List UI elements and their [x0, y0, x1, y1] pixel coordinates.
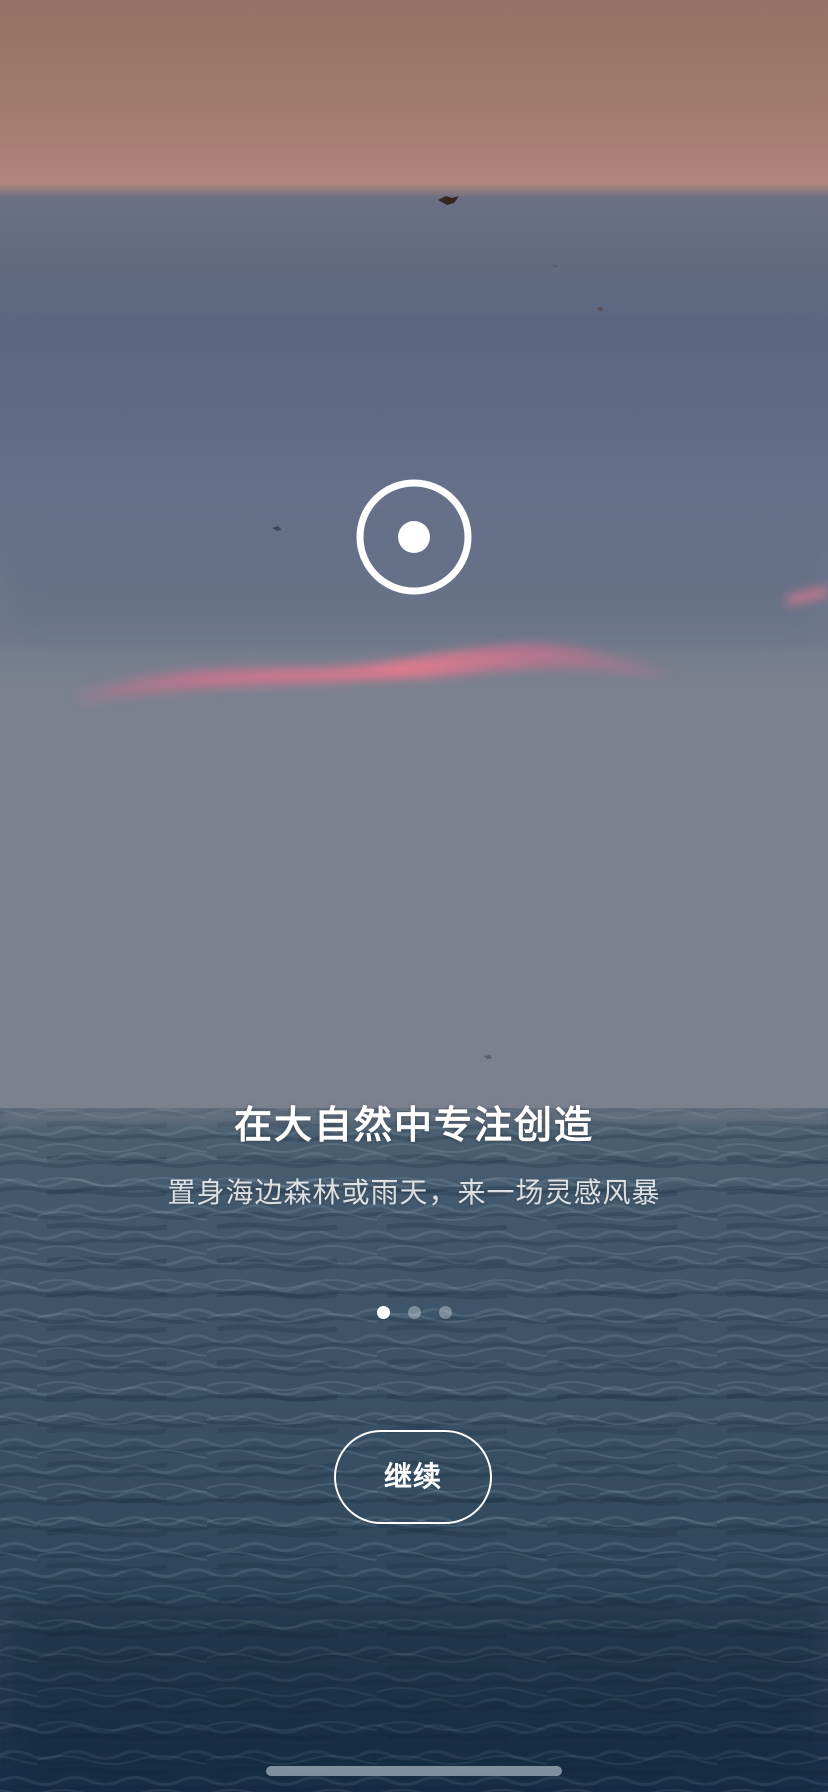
- page-dot-3: [438, 1306, 452, 1319]
- continue-button[interactable]: 继续: [334, 1430, 492, 1524]
- target-icon: [355, 478, 473, 596]
- page-dot-2: [407, 1306, 421, 1319]
- page-indicator: [0, 1306, 828, 1319]
- onboarding-subtitle: 置身海边森林或雨天，来一场灵感风暴: [167, 1176, 661, 1209]
- home-indicator[interactable]: [266, 1766, 562, 1776]
- onboarding-screen: 在大自然中专注创造 置身海边森林或雨天，来一场灵感风暴 继续: [0, 0, 828, 1792]
- page-dot-1: [376, 1306, 390, 1319]
- onboarding-headline: 在大自然中专注创造: [233, 1103, 594, 1147]
